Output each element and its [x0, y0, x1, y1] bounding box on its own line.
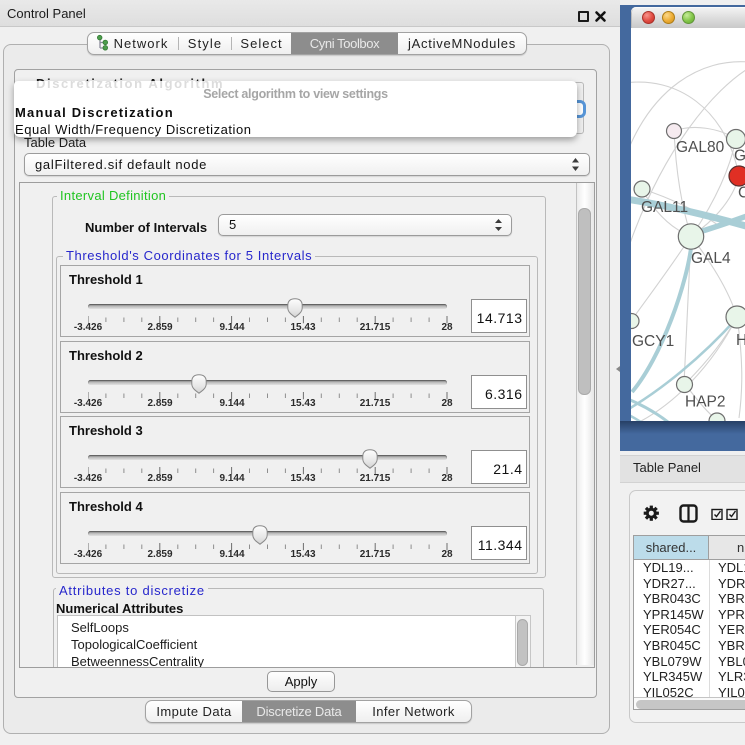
svg-text:GAL11: GAL11: [641, 199, 688, 216]
svg-text:HAP2: HAP2: [685, 394, 726, 411]
svg-text:GAL4: GAL4: [691, 250, 731, 267]
svg-text:GCY1: GCY1: [632, 333, 674, 350]
svg-text:GAL80: GAL80: [676, 139, 725, 156]
svg-text:H: H: [736, 332, 745, 349]
svg-text:GA: GA: [734, 148, 745, 165]
svg-text:C: C: [738, 185, 745, 202]
